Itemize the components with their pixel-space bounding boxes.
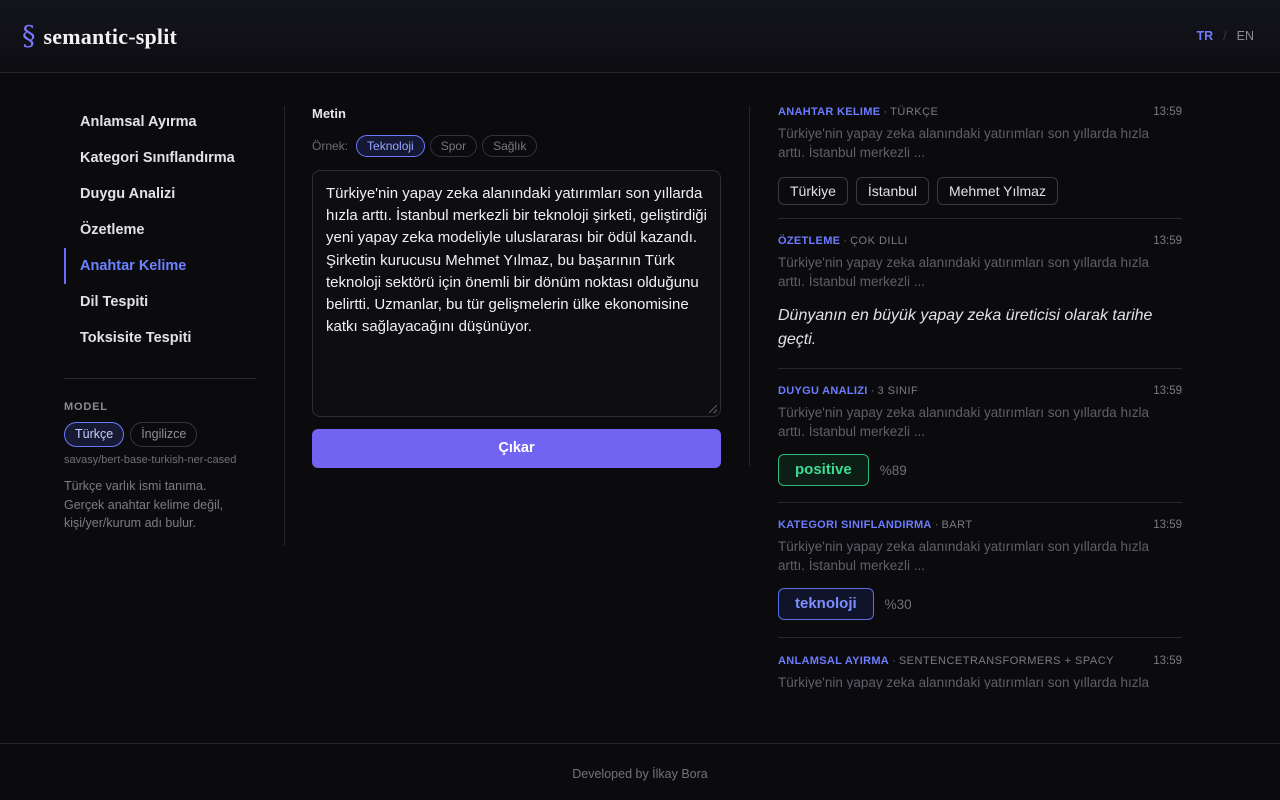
sidebar-item-language-detection[interactable]: Dil Tespiti bbox=[64, 284, 256, 320]
result-time: 13:59 bbox=[1153, 655, 1182, 667]
keyword-chip: Türkiye bbox=[778, 177, 848, 205]
result-snippet: Türkiye'nin yapay zeka alanındaki yatırı… bbox=[778, 539, 1149, 573]
result-model: TÜRKÇE bbox=[890, 106, 939, 118]
result-type: ANLAMSAL AYIRMA bbox=[778, 655, 890, 667]
model-description: Türkçe varlık ismi tanıma. Gerçek anahta… bbox=[64, 479, 224, 530]
lang-en-button[interactable]: EN bbox=[1237, 29, 1254, 43]
model-section-label: MODEL bbox=[64, 401, 108, 413]
result-card: DUYGU ANALIZI · 3 SINIF 13:59 Türkiye'ni… bbox=[778, 369, 1182, 503]
lang-separator: / bbox=[1223, 29, 1227, 43]
text-field-label: Metin bbox=[312, 106, 346, 121]
result-snippet: Türkiye'nin yapay zeka alanındaki yatırı… bbox=[778, 255, 1149, 289]
language-switcher: TR / EN bbox=[1196, 29, 1254, 43]
result-snippet: Türkiye'nin yapay zeka alanındaki yatırı… bbox=[778, 405, 1149, 439]
sidebar-item-semantic-split[interactable]: Anlamsal Ayırma bbox=[64, 104, 256, 140]
column-divider bbox=[284, 106, 285, 546]
app-logo[interactable]: § semantic-split bbox=[22, 22, 177, 52]
model-option-turkish[interactable]: Türkçe bbox=[64, 422, 125, 447]
confidence-score: %89 bbox=[879, 462, 907, 478]
confidence-score: %30 bbox=[884, 596, 912, 612]
resize-handle-icon[interactable] bbox=[709, 405, 717, 413]
keyword-list: Türkiye İstanbul Mehmet Yılmaz bbox=[778, 177, 1182, 205]
result-time: 13:59 bbox=[1153, 385, 1182, 397]
result-type: ÖZETLEME bbox=[778, 235, 841, 247]
example-sport[interactable]: Spor bbox=[429, 135, 478, 157]
keyword-chip: Mehmet Yılmaz bbox=[936, 177, 1058, 205]
text-input[interactable]: Türkiye'nin yapay zeka alanındaki yatırı… bbox=[312, 170, 721, 417]
sidebar-item-keyword[interactable]: Anahtar Kelime bbox=[64, 248, 256, 284]
result-snippet: Türkiye'nin yapay zeka alanındaki yatırı… bbox=[778, 675, 1149, 689]
keyword-chip: İstanbul bbox=[855, 177, 929, 205]
category-label: teknoloji bbox=[778, 588, 874, 620]
result-card: ANAHTAR KELIME · TÜRKÇE 13:59 Türkiye'ni… bbox=[778, 104, 1182, 219]
sidebar-item-sentiment-analysis[interactable]: Duygu Analizi bbox=[64, 176, 256, 212]
example-health[interactable]: Sağlık bbox=[482, 135, 538, 157]
summary-text: Dünyanın en büyük yapay zeka üreticisi o… bbox=[778, 307, 1153, 348]
result-snippet: Türkiye'nin yapay zeka alanındaki yatırı… bbox=[778, 126, 1149, 160]
input-panel: Metin Örnek: Teknoloji Spor Sağlık Türki… bbox=[312, 106, 721, 468]
result-time: 13:59 bbox=[1153, 235, 1182, 247]
result-card: KATEGORI SINIFLANDIRMA · BART 13:59 Türk… bbox=[778, 503, 1182, 638]
sidebar-item-toxicity-detection[interactable]: Toksisite Tespiti bbox=[64, 320, 256, 356]
sidebar-item-category-classification[interactable]: Kategori Sınıflandırma bbox=[64, 140, 256, 176]
result-time: 13:59 bbox=[1153, 519, 1182, 531]
example-selector: Örnek: Teknoloji Spor Sağlık bbox=[312, 135, 721, 157]
result-card: ANLAMSAL AYIRMA · SENTENCETRANSFORMERS +… bbox=[778, 638, 1182, 689]
result-time: 13:59 bbox=[1153, 106, 1182, 118]
result-model: ÇOK DILLI bbox=[850, 235, 908, 247]
result-type: DUYGU ANALIZI bbox=[778, 385, 868, 397]
result-type: KATEGORI SINIFLANDIRMA bbox=[778, 519, 932, 531]
model-path: savasy/bert-base-turkish-ner-cased bbox=[64, 454, 237, 466]
app-name: semantic-split bbox=[43, 24, 178, 49]
section-sign-icon: § bbox=[22, 21, 36, 52]
model-option-english[interactable]: İngilizce bbox=[130, 422, 198, 447]
task-sidebar: Anlamsal Ayırma Kategori Sınıflandırma D… bbox=[64, 104, 256, 533]
result-model: SENTENCETRANSFORMERS + SPACY bbox=[898, 655, 1115, 667]
model-selector: Türkçe İngilizce bbox=[64, 422, 256, 447]
sidebar-divider bbox=[64, 378, 256, 379]
sentiment-label: positive bbox=[778, 454, 869, 486]
examples-label: Örnek: bbox=[312, 139, 349, 153]
top-bar: § semantic-split TR / EN bbox=[0, 0, 1280, 73]
result-type: ANAHTAR KELIME bbox=[778, 106, 881, 118]
lang-tr-button[interactable]: TR bbox=[1196, 29, 1213, 43]
results-history: ANAHTAR KELIME · TÜRKÇE 13:59 Türkiye'ni… bbox=[778, 104, 1182, 689]
result-card: ÖZETLEME · ÇOK DILLI 13:59 Türkiye'nin y… bbox=[778, 219, 1182, 369]
result-model: BART bbox=[941, 519, 973, 531]
footer-credit: Developed by İlkay Bora bbox=[572, 767, 708, 781]
example-technology[interactable]: Teknoloji bbox=[356, 135, 425, 157]
text-input-value: Türkiye'nin yapay zeka alanındaki yatırı… bbox=[326, 185, 707, 336]
result-model: 3 SINIF bbox=[877, 385, 919, 397]
footer: Developed by İlkay Bora bbox=[0, 743, 1280, 800]
column-divider bbox=[749, 106, 750, 466]
sidebar-item-summarization[interactable]: Özetleme bbox=[64, 212, 256, 248]
extract-button[interactable]: Çıkar bbox=[312, 429, 721, 468]
